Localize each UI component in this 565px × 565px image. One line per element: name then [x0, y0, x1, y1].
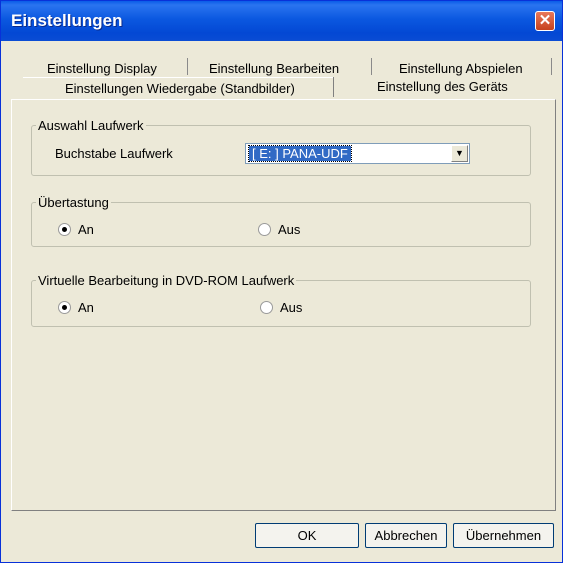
drive-group-legend: Auswahl Laufwerk [38, 118, 144, 133]
virtual-edit-off-label[interactable]: Aus [280, 300, 302, 315]
drive-letter-label: Buchstabe Laufwerk [55, 146, 173, 161]
virtual-edit-group-legend: Virtuelle Bearbeitung in DVD-ROM Laufwer… [38, 273, 295, 288]
drive-letter-select[interactable]: [ E: ] PANA-UDF ▼ [245, 143, 470, 164]
tab-einstellung-bearbeiten[interactable]: Einstellung Bearbeiten [209, 61, 339, 76]
drive-letter-value: [ E: ] PANA-UDF [248, 145, 352, 162]
virtual-edit-on-radio[interactable] [58, 301, 71, 314]
cancel-button[interactable]: Abbrechen [365, 523, 447, 548]
overkey-off-radio[interactable] [258, 223, 271, 236]
tab-einstellung-des-geraets[interactable]: Einstellung des Geräts [377, 79, 508, 94]
overkey-off-label[interactable]: Aus [278, 222, 300, 237]
tab-divider [371, 58, 372, 75]
settings-dialog: Einstellungen ✕ Einstellung Display Eins… [0, 0, 563, 563]
virtual-edit-off-radio[interactable] [260, 301, 273, 314]
ok-button[interactable]: OK [255, 523, 359, 548]
tab-divider [187, 58, 188, 75]
tab-wiedergabe-standbilder[interactable]: Einstellungen Wiedergabe (Standbilder) [65, 81, 295, 96]
virtual-edit-on-label[interactable]: An [78, 300, 94, 315]
overkey-on-radio[interactable] [58, 223, 71, 236]
tab-divider [551, 58, 552, 75]
title-bar[interactable]: Einstellungen ✕ [1, 1, 562, 41]
overkey-group-legend: Übertastung [38, 195, 109, 210]
apply-button[interactable]: Übernehmen [453, 523, 554, 548]
tab-einstellung-display[interactable]: Einstellung Display [47, 61, 157, 76]
tab-einstellung-abspielen[interactable]: Einstellung Abspielen [399, 61, 523, 76]
chevron-down-icon[interactable]: ▼ [451, 145, 468, 162]
tab-border [23, 77, 333, 78]
overkey-group: Übertastung [31, 195, 531, 247]
close-button[interactable]: ✕ [535, 11, 555, 31]
overkey-on-label[interactable]: An [78, 222, 94, 237]
close-icon: ✕ [538, 12, 552, 29]
window-title: Einstellungen [11, 11, 123, 30]
tab-divider [333, 77, 334, 97]
